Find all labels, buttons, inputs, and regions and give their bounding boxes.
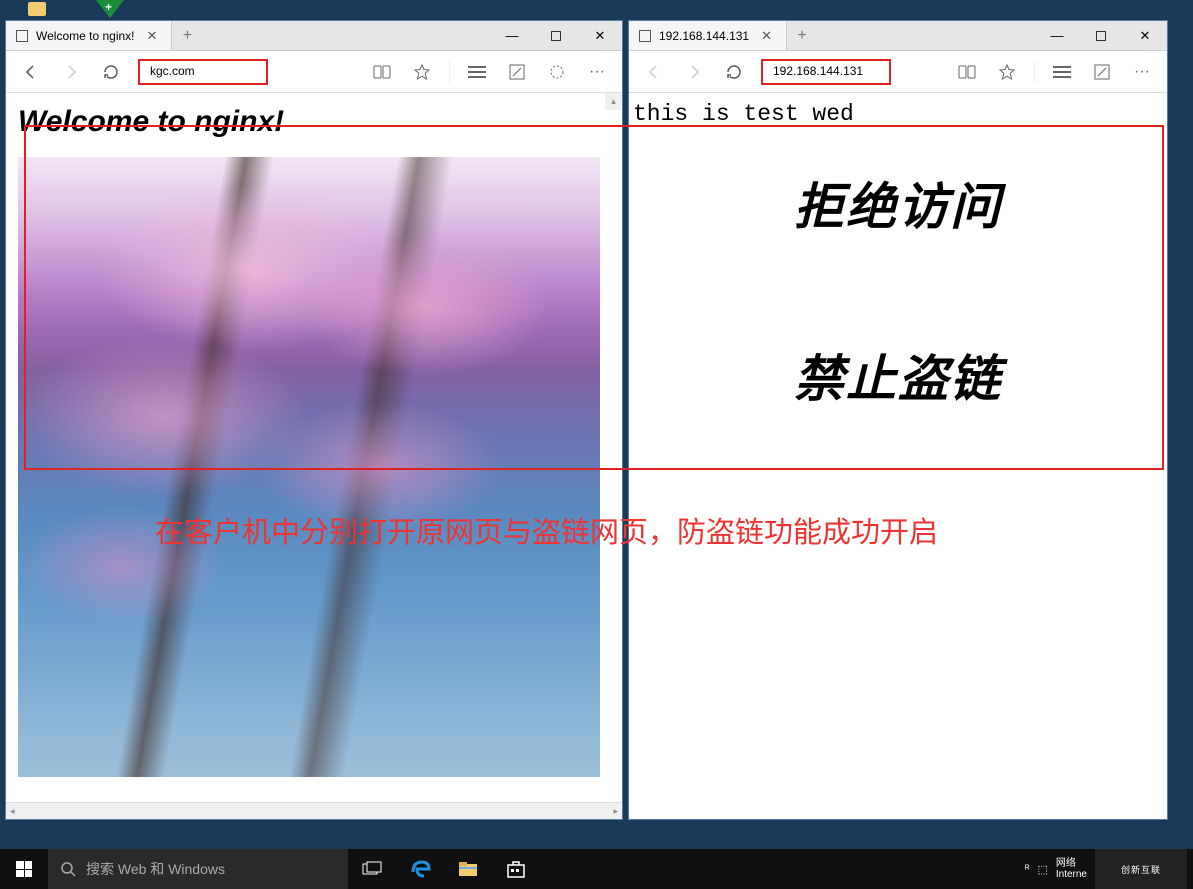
refresh-button[interactable] [94, 55, 128, 89]
page-icon [16, 30, 28, 42]
edge-icon[interactable] [396, 849, 444, 889]
page-heading: Welcome to nginx! [18, 105, 610, 139]
test-text: this is test wed [633, 101, 1163, 127]
minimize-button[interactable]: — [490, 22, 534, 50]
scroll-up-button[interactable]: ▴ [605, 93, 622, 110]
cherry-blossom-image [18, 157, 600, 777]
search-box[interactable]: 搜索 Web 和 Windows [48, 849, 348, 889]
tab-bar: Welcome to nginx! ✕ + — ✕ [6, 21, 622, 51]
new-tab-button[interactable]: + [172, 27, 202, 45]
store-icon[interactable] [492, 849, 540, 889]
tab-title: 192.168.144.131 [659, 29, 749, 43]
desktop-shield-icon[interactable] [96, 0, 124, 18]
close-window-button[interactable]: ✕ [1123, 22, 1167, 50]
minimize-button[interactable]: — [1035, 22, 1079, 50]
annotation-text: 在客户机中分别打开原网页与盗链网页，防盗链功能成功开启 [155, 510, 1115, 556]
browser-window-right: 192.168.144.131 ✕ + — ✕ 192.168.144.131 … [628, 20, 1168, 820]
address-bar[interactable]: kgc.com [138, 59, 268, 85]
close-tab-icon[interactable]: ✕ [757, 28, 776, 44]
more-icon[interactable]: ··· [1125, 55, 1159, 89]
toolbar: 192.168.144.131 ··· [629, 51, 1167, 93]
taskbar: 搜索 Web 和 Windows ᴿ ⬚ 网络 Interne 创新互联 [0, 849, 1193, 889]
hub-icon[interactable] [460, 55, 494, 89]
favorites-icon[interactable] [990, 55, 1024, 89]
webnote-icon[interactable] [500, 55, 534, 89]
close-window-button[interactable]: ✕ [578, 22, 622, 50]
task-view-icon[interactable] [348, 849, 396, 889]
explorer-icon[interactable] [444, 849, 492, 889]
system-tray: ᴿ ⬚ 网络 Interne 创新互联 [1025, 849, 1193, 889]
start-button[interactable] [0, 849, 48, 889]
favorites-icon[interactable] [405, 55, 439, 89]
reading-view-icon[interactable] [365, 55, 399, 89]
new-tab-button[interactable]: + [787, 27, 817, 45]
network-status[interactable]: 网络 Interne [1056, 858, 1087, 880]
address-bar[interactable]: 192.168.144.131 [761, 59, 891, 85]
share-icon[interactable] [540, 55, 574, 89]
browser-window-left: Welcome to nginx! ✕ + — ✕ kgc.com ··· ▴ … [5, 20, 623, 820]
forward-button[interactable] [54, 55, 88, 89]
desktop-folder-icon[interactable] [28, 2, 46, 16]
tab-title: Welcome to nginx! [36, 29, 135, 43]
webnote-icon[interactable] [1085, 55, 1119, 89]
page-content-left: ▴ Welcome to nginx! [6, 93, 622, 802]
maximize-button[interactable] [534, 22, 578, 50]
page-icon [639, 30, 651, 42]
back-button[interactable] [637, 55, 671, 89]
window-controls: — ✕ [1035, 22, 1167, 50]
horizontal-scrollbar[interactable]: ◂▸ [6, 802, 622, 819]
tray-divider: ⬚ [1037, 863, 1047, 876]
search-icon [60, 861, 76, 877]
denied-text-1: 拒绝访问 [633, 167, 1163, 239]
page-content-right: this is test wed 拒绝访问 禁止盗链 [629, 93, 1167, 819]
search-placeholder: 搜索 Web 和 Windows [86, 859, 225, 879]
tab-bar: 192.168.144.131 ✕ + — ✕ [629, 21, 1167, 51]
window-controls: — ✕ [490, 22, 622, 50]
hub-icon[interactable] [1045, 55, 1079, 89]
back-button[interactable] [14, 55, 48, 89]
reading-view-icon[interactable] [950, 55, 984, 89]
tab-active[interactable]: Welcome to nginx! ✕ [6, 21, 172, 50]
denied-text-2: 禁止盗链 [633, 339, 1163, 411]
forward-button[interactable] [677, 55, 711, 89]
maximize-button[interactable] [1079, 22, 1123, 50]
task-icons [348, 849, 540, 889]
tab-active[interactable]: 192.168.144.131 ✕ [629, 21, 787, 50]
close-tab-icon[interactable]: ✕ [143, 28, 162, 44]
refresh-button[interactable] [717, 55, 751, 89]
tray-up-icon[interactable]: ᴿ [1025, 864, 1030, 875]
more-icon[interactable]: ··· [580, 55, 614, 89]
toolbar: kgc.com ··· [6, 51, 622, 93]
brand-logo: 创新互联 [1095, 849, 1187, 889]
